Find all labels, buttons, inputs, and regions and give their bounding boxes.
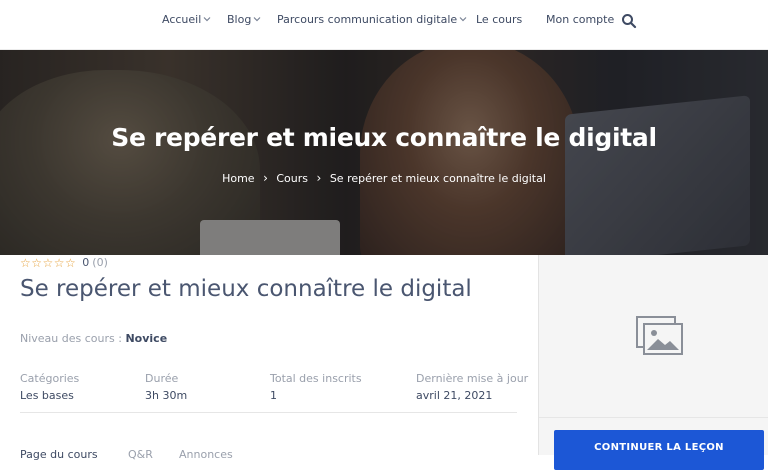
nav-item-label: Le cours: [476, 13, 523, 26]
chevron-down-icon: [253, 17, 261, 22]
breadcrumb-current: Se repérer et mieux connaître le digital: [329, 171, 546, 185]
meta-value-categories[interactable]: Les bases: [20, 389, 74, 402]
image-placeholder-icon: [636, 316, 683, 355]
course-level-label: Niveau des cours :: [20, 332, 122, 345]
course-sidebar: CONTINUER LA LEÇON: [538, 255, 768, 470]
sidebar-divider: [539, 417, 768, 418]
rating-count: (0): [92, 256, 108, 269]
meta-label-enrolled: Total des inscrits: [270, 372, 362, 385]
star-rating-icons: ☆☆☆☆☆: [20, 255, 77, 270]
course-level-value: Novice: [125, 332, 168, 345]
course-rating: ☆☆☆☆☆ 0 (0): [20, 255, 108, 270]
rating-value: 0: [82, 256, 90, 269]
search-icon[interactable]: [621, 13, 637, 29]
course-title: Se repérer et mieux connaître le digital: [20, 276, 472, 302]
nav-item-label: Accueil: [162, 13, 202, 26]
breadcrumb: Home › Cours › Se repérer et mieux conna…: [0, 171, 768, 185]
meta-divider: [20, 412, 517, 413]
hero-title: Se repérer et mieux connaître le digital: [111, 123, 657, 152]
chevron-down-icon: [203, 17, 211, 22]
breadcrumb-home[interactable]: Home: [222, 172, 254, 185]
course-level: Niveau des cours : Novice: [20, 332, 167, 345]
meta-label-duration: Durée: [145, 372, 179, 385]
nav-item-le-cours[interactable]: Le cours: [476, 13, 522, 26]
nav-item-blog[interactable]: Blog: [227, 13, 261, 26]
chevron-down-icon: [459, 17, 467, 22]
hero-banner: Se repérer et mieux connaître le digital…: [0, 50, 768, 255]
breadcrumb-separator: ›: [263, 171, 268, 185]
nav-item-parcours[interactable]: Parcours communication digitale: [277, 13, 467, 26]
nav-item-mon-compte[interactable]: Mon compte: [546, 13, 614, 26]
nav-item-accueil[interactable]: Accueil: [162, 13, 211, 26]
hero-overlay: [0, 50, 768, 255]
meta-value-enrolled: 1: [270, 389, 277, 402]
site-header: Accueil Blog Parcours communication digi…: [0, 0, 768, 50]
nav-item-label: Blog: [227, 13, 252, 26]
meta-value-duration: 3h 30m: [145, 389, 188, 402]
nav-item-label: Mon compte: [546, 13, 615, 26]
meta-label-updated: Dernière mise à jour: [416, 372, 529, 385]
meta-label-categories: Catégories: [20, 372, 80, 385]
nav-item-label: Parcours communication digitale: [277, 13, 458, 26]
breadcrumb-separator: ›: [316, 171, 322, 185]
meta-value-updated: avril 21, 2021: [416, 389, 493, 402]
continue-lesson-button[interactable]: CONTINUER LA LEÇON: [554, 430, 764, 470]
breadcrumb-cours[interactable]: Cours: [276, 172, 308, 185]
